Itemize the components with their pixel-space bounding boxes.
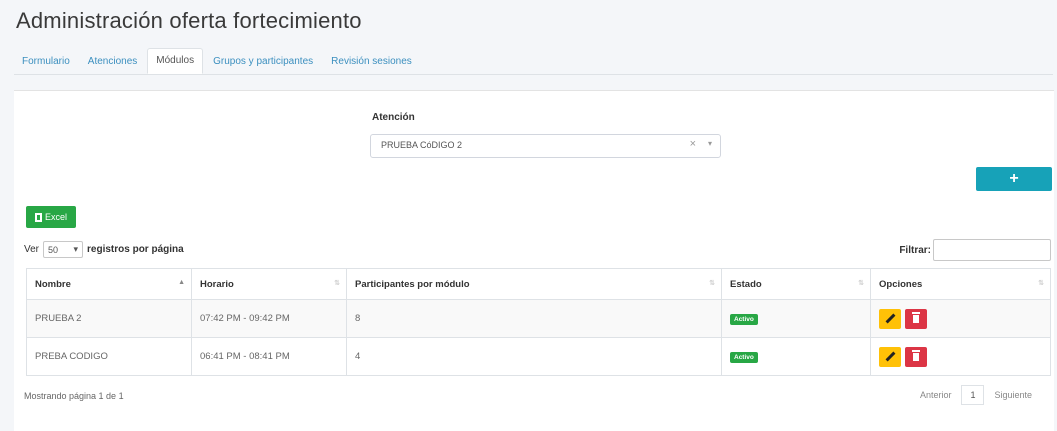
col-participantes-label: Participantes por módulo — [355, 278, 470, 290]
atencion-selected-value: PRUEBA CóDIGO 2 — [381, 140, 463, 150]
tab-formulario[interactable]: Formulario — [14, 50, 78, 74]
chevron-down-icon: ▾ — [73, 244, 79, 254]
delete-button[interactable] — [904, 308, 927, 329]
tab-modulos[interactable]: Módulos — [147, 48, 204, 74]
excel-button-label: Excel — [44, 212, 67, 222]
cell-nombre: PRUEBA 2 — [26, 299, 192, 338]
page-length-select[interactable]: 50 ▾ — [43, 241, 84, 258]
page-title: Administración oferta fortecimiento — [16, 8, 362, 33]
length-suffix: registros por página — [87, 244, 184, 255]
edit-button[interactable] — [879, 346, 901, 367]
col-opciones[interactable]: Opciones ⇅ — [870, 268, 1051, 300]
cell-nombre: PREBA CODIGO — [26, 337, 192, 376]
col-estado-label: Estado — [730, 278, 762, 290]
filter-input[interactable] — [933, 239, 1051, 261]
pencil-icon — [885, 313, 896, 323]
table-row: PREBA CODIGO 06:41 PM - 08:41 PM 4 Activ… — [26, 337, 1051, 376]
cell-opciones — [870, 299, 1051, 338]
delete-button[interactable] — [904, 346, 927, 367]
tab-revision-sesiones[interactable]: Revisión sesiones — [323, 50, 420, 74]
trash-icon — [911, 311, 920, 323]
page-number-button[interactable]: 1 — [961, 385, 985, 405]
atencion-select[interactable]: PRUEBA CóDIGO 2 × ▾ — [370, 134, 721, 158]
col-nombre[interactable]: Nombre ▲ — [26, 268, 192, 300]
cell-opciones — [870, 337, 1051, 376]
status-badge: Activo — [730, 313, 758, 325]
cell-estado: Activo — [721, 337, 871, 376]
excel-export-button[interactable]: Excel — [26, 206, 76, 228]
col-estado[interactable]: Estado ⇅ — [721, 268, 871, 300]
table-header-row: Nombre ▲ Horario ⇅ Participantes por mód… — [26, 268, 1051, 300]
page-length-value: 50 — [48, 244, 59, 255]
tabs-divider — [14, 74, 1053, 75]
col-horario[interactable]: Horario ⇅ — [191, 268, 347, 300]
modules-table: Nombre ▲ Horario ⇅ Participantes por mód… — [26, 268, 1051, 376]
file-excel-icon — [34, 212, 42, 222]
pencil-icon — [885, 351, 896, 361]
table-filter: Filtrar: — [899, 239, 1051, 261]
atencion-label: Atención — [372, 112, 415, 123]
col-participantes[interactable]: Participantes por módulo ⇅ — [346, 268, 722, 300]
page-length-control: Ver 50 ▾ registros por página — [24, 241, 184, 258]
tab-bar: Formulario Atenciones Módulos Grupos y p… — [14, 48, 422, 74]
status-badge: Activo — [730, 351, 758, 363]
tab-grupos-participantes[interactable]: Grupos y participantes — [205, 50, 321, 74]
edit-button[interactable] — [879, 308, 901, 329]
sort-icon: ⇅ — [1038, 280, 1044, 287]
prev-page-button[interactable]: Anterior — [910, 390, 962, 400]
clear-icon[interactable]: × — [690, 138, 696, 150]
trash-icon — [911, 349, 920, 361]
modules-card: Atención PRUEBA CóDIGO 2 × ▾ + Excel Ver… — [14, 90, 1054, 431]
table-row: PRUEBA 2 07:42 PM - 09:42 PM 8 Activo — [26, 299, 1051, 338]
next-page-button[interactable]: Siguiente — [984, 390, 1042, 400]
sort-icon: ⇅ — [709, 280, 715, 287]
cell-estado: Activo — [721, 299, 871, 338]
sort-icon: ⇅ — [858, 280, 864, 287]
cell-horario: 06:41 PM - 08:41 PM — [191, 337, 347, 376]
length-prefix: Ver — [24, 244, 40, 255]
chevron-down-icon[interactable]: ▾ — [708, 139, 712, 148]
filter-label: Filtrar: — [899, 244, 931, 256]
pagination: Anterior 1 Siguiente — [910, 385, 1042, 405]
sort-icon: ⇅ — [334, 280, 340, 287]
pagination-info: Mostrando página 1 de 1 — [24, 391, 124, 401]
cell-participantes: 4 — [346, 337, 722, 376]
add-module-button[interactable]: + — [976, 167, 1052, 191]
cell-horario: 07:42 PM - 09:42 PM — [191, 299, 347, 338]
col-nombre-label: Nombre — [35, 278, 71, 290]
sort-asc-icon: ▲ — [178, 279, 185, 286]
cell-participantes: 8 — [346, 299, 722, 338]
tab-atenciones[interactable]: Atenciones — [80, 50, 145, 74]
col-opciones-label: Opciones — [879, 278, 923, 290]
col-horario-label: Horario — [200, 278, 234, 290]
